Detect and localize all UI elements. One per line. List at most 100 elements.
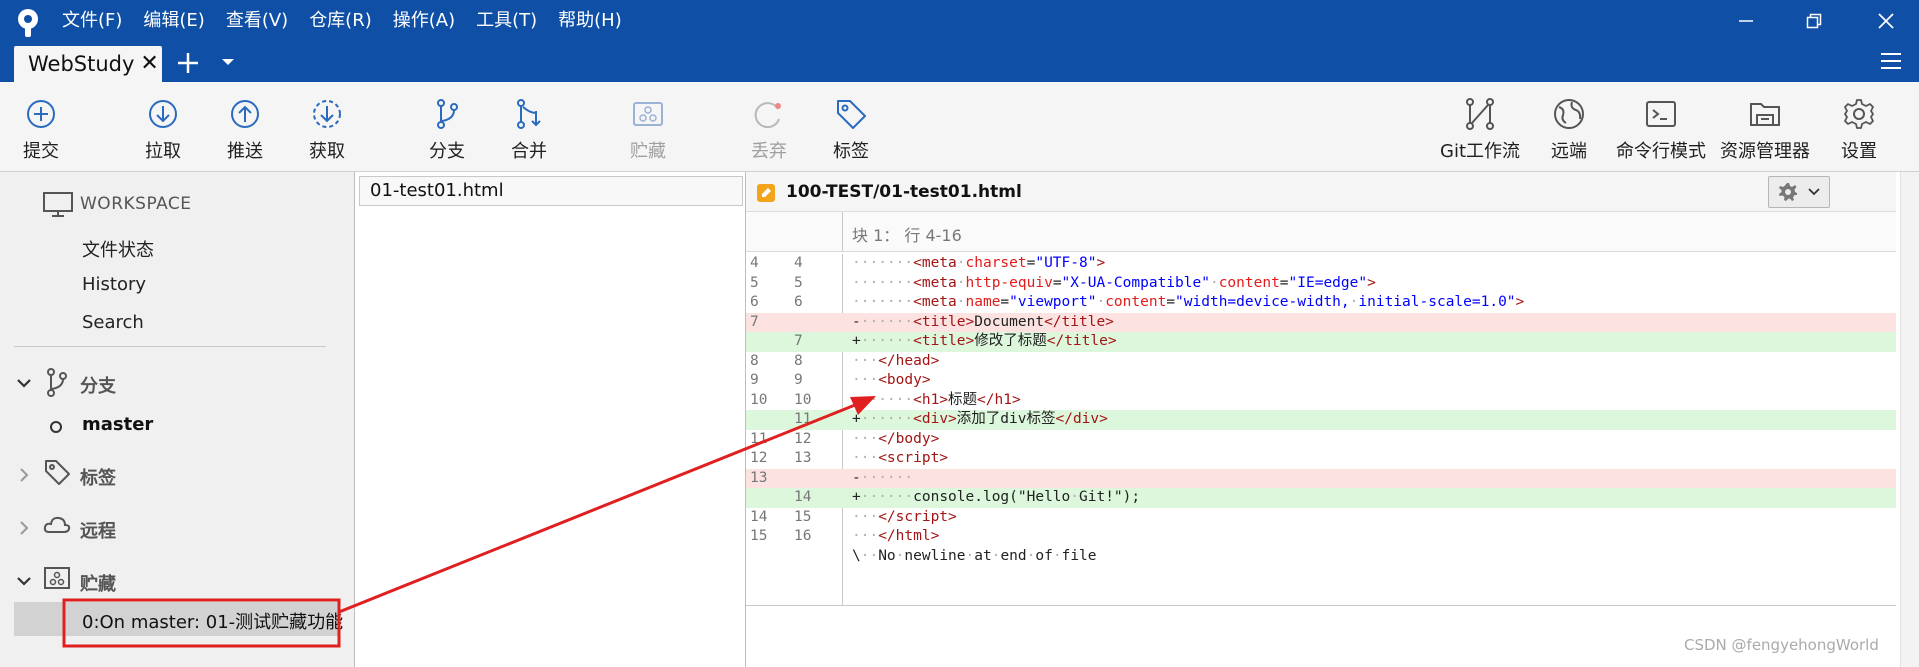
tab-dropdown-icon[interactable]	[220, 54, 236, 70]
minimize-button[interactable]	[1716, 6, 1776, 36]
fetch-label: 获取	[309, 141, 345, 162]
diff-line-removed: 7 -······<title>Document</title>	[746, 312, 1896, 332]
sidebar-divider	[14, 346, 326, 347]
sidebar-item-file-status[interactable]: 文件状态	[82, 236, 154, 262]
close-window-button[interactable]	[1856, 6, 1916, 36]
commit-icon	[27, 100, 55, 128]
stash-button[interactable]: 贮藏	[629, 82, 667, 172]
branch-icon	[47, 368, 67, 397]
sidebar-item-history[interactable]: History	[82, 274, 146, 295]
diff-line: 12 13 ···<script>	[750, 450, 949, 466]
gear-icon	[1779, 183, 1797, 201]
commit-button[interactable]: 提交	[22, 82, 60, 172]
push-label: 推送	[227, 141, 263, 162]
remote-button[interactable]: 远端	[1550, 82, 1588, 172]
diff-line-added: 11 +······<div>添加了div标签</div>	[746, 410, 1896, 430]
modified-file-icon	[757, 184, 775, 202]
diff-line-added: 14 +······console.log("Hello·Git!");	[746, 488, 1896, 508]
menu-tools[interactable]: 工具(T)	[476, 9, 537, 33]
diff-line-removed: 13 -······	[746, 468, 1896, 488]
diff-panel: 100-TEST/01-test01.html 块 1： 行 4-16 4 4 ··…	[746, 172, 1919, 667]
chevron-right-icon[interactable]	[16, 520, 32, 536]
pull-label: 拉取	[145, 141, 181, 162]
git-flow-label: Git工作流	[1440, 141, 1521, 162]
hamburger-menu-icon[interactable]	[1880, 51, 1902, 71]
fetch-icon	[313, 100, 341, 128]
toolbar: 提交 拉取 推送 获取 分支 合并 贮藏 丢弃 标签 Git工作流 远端 命令行…	[0, 82, 1919, 172]
chevron-down-icon	[1808, 188, 1820, 196]
diff-line-added: 7 +······<title>修改了标题</title>	[746, 332, 1896, 352]
discard-button[interactable]: 丢弃	[750, 82, 788, 172]
menu-view[interactable]: 查看(V)	[226, 9, 288, 33]
add-tab-icon[interactable]	[174, 48, 202, 78]
repo-tab[interactable]: WebStudy ✕	[14, 46, 162, 82]
diff-line: 9 9 ···<body>	[750, 372, 931, 388]
pull-icon	[149, 100, 177, 128]
menu-file[interactable]: 文件(F)	[62, 9, 122, 33]
git-flow-button[interactable]: Git工作流	[1440, 82, 1520, 172]
diff-options-button[interactable]	[1768, 176, 1830, 208]
tab-close-icon[interactable]: ✕	[140, 53, 158, 75]
tag-icon	[45, 460, 70, 485]
diff-code: 4 4 ·······<meta·charset="UTF-8"> 5 5 ······…	[746, 254, 1896, 606]
menu-actions[interactable]: 操作(A)	[393, 9, 455, 33]
explorer-label: 资源管理器	[1720, 141, 1810, 162]
chevron-right-icon[interactable]	[16, 467, 32, 483]
stashes-section[interactable]: 贮藏	[80, 570, 116, 596]
restore-icon	[1806, 13, 1822, 29]
explorer-button[interactable]: 资源管理器	[1720, 82, 1810, 172]
fetch-button[interactable]: 获取	[308, 82, 346, 172]
workspace-heading: WORKSPACE	[80, 194, 192, 214]
close-icon	[1878, 13, 1894, 29]
diff-line: 5 5 ·······<meta·http-equiv="X-UA-Compatib…	[750, 274, 1376, 291]
remotes-section[interactable]: 远程	[80, 517, 116, 543]
settings-button[interactable]: 设置	[1840, 82, 1878, 172]
terminal-icon	[1646, 101, 1676, 127]
diff-scrollbar[interactable]	[1900, 172, 1919, 667]
current-branch-indicator-icon	[50, 421, 62, 433]
restore-button[interactable]	[1784, 6, 1844, 36]
diff-line: 8 8 ···</head>	[750, 352, 940, 369]
folder-icon	[1750, 103, 1780, 126]
push-button[interactable]: 推送	[226, 82, 264, 172]
stash-icon	[633, 102, 663, 126]
list-item[interactable]: 01-test01.html	[359, 176, 743, 206]
discard-icon	[754, 102, 781, 129]
commit-label: 提交	[23, 141, 59, 162]
tag-label: 标签	[833, 141, 869, 162]
repo-tab-label: WebStudy	[28, 52, 135, 76]
branch-icon	[437, 99, 458, 129]
chevron-down-icon[interactable]	[16, 573, 32, 589]
branch-label: 分支	[429, 141, 465, 162]
sidebar-item-search[interactable]: Search	[82, 312, 144, 333]
terminal-button[interactable]: 命令行模式	[1616, 82, 1706, 172]
git-flow-icon	[1466, 98, 1494, 130]
diff-line: 4 4 ·······<meta·charset="UTF-8">	[750, 255, 1106, 271]
menu-repository[interactable]: 仓库(R)	[309, 9, 372, 33]
stash-entry[interactable]: 0:On master: 01-测试贮藏功能	[14, 602, 344, 636]
cloud-icon	[43, 516, 71, 533]
push-icon	[231, 100, 259, 128]
discard-label: 丢弃	[751, 141, 787, 162]
pull-button[interactable]: 拉取	[144, 82, 182, 172]
chevron-down-icon[interactable]	[16, 375, 32, 391]
diff-line: 15 16 ···</html>	[750, 528, 940, 544]
diff-file-path: 100-TEST/01-test01.html	[786, 182, 1022, 202]
sidebar: WORKSPACE 文件状态 History Search 分支 master …	[0, 172, 354, 667]
stash-label: 贮藏	[630, 141, 666, 162]
branches-section[interactable]: 分支	[80, 372, 116, 398]
hunk-label: 块 1： 行 4-16	[852, 226, 962, 245]
menu-edit[interactable]: 编辑(E)	[143, 9, 204, 33]
tags-section[interactable]: 标签	[80, 464, 116, 490]
menu-help[interactable]: 帮助(H)	[558, 9, 622, 33]
gear-icon	[1844, 99, 1874, 129]
branch-button[interactable]: 分支	[428, 82, 466, 172]
merge-button[interactable]: 合并	[510, 82, 548, 172]
stash-icon	[44, 567, 70, 589]
globe-icon	[1554, 99, 1584, 129]
title-bar: 文件(F) 编辑(E) 查看(V) 仓库(R) 操作(A) 工具(T) 帮助(H…	[0, 0, 1919, 82]
branch-master[interactable]: master	[82, 414, 153, 435]
tag-button[interactable]: 标签	[832, 82, 870, 172]
stash-entry-label: 0:On master: 01-测试贮藏功能	[82, 612, 344, 633]
minimize-icon	[1739, 20, 1753, 22]
